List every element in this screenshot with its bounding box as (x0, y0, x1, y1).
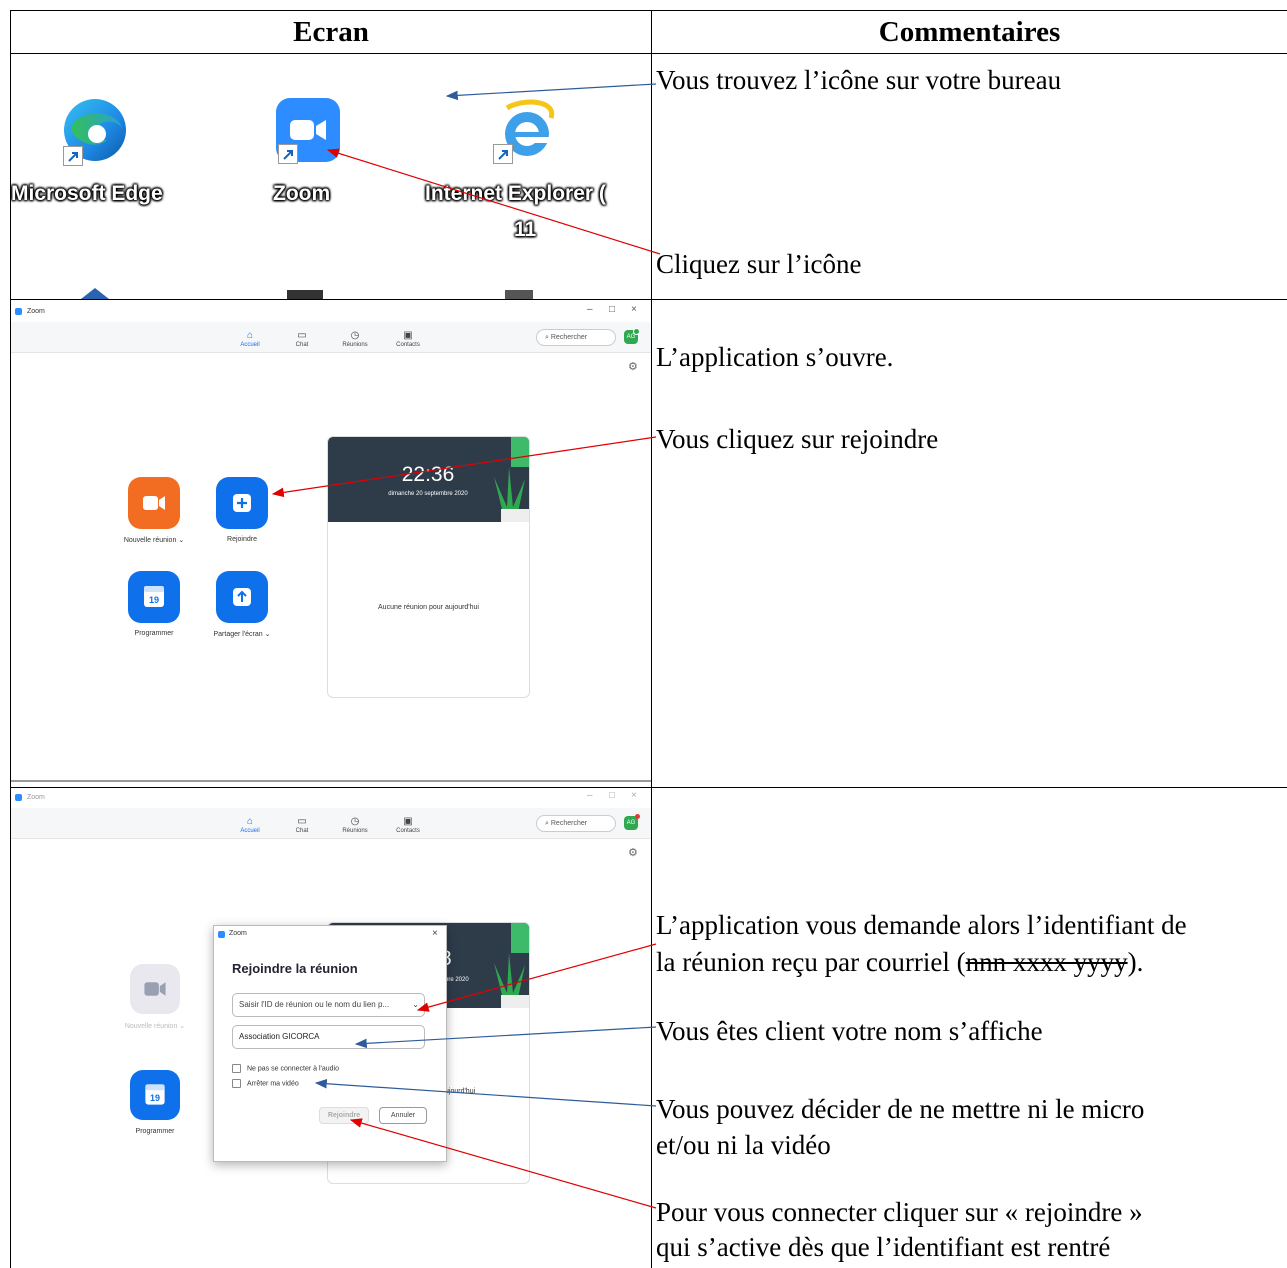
arrow-to-meeting-id (416, 943, 657, 1012)
annotation-arrows (271, 83, 661, 1209)
arrow-to-desktop (445, 83, 657, 101)
arrow-to-checkboxes (314, 1078, 657, 1107)
arrow-to-zoom-icon (326, 148, 661, 255)
arrow-to-join-button (349, 1118, 657, 1209)
arrow-to-name-field (354, 1026, 657, 1049)
arrow-to-join-tile (271, 436, 657, 498)
